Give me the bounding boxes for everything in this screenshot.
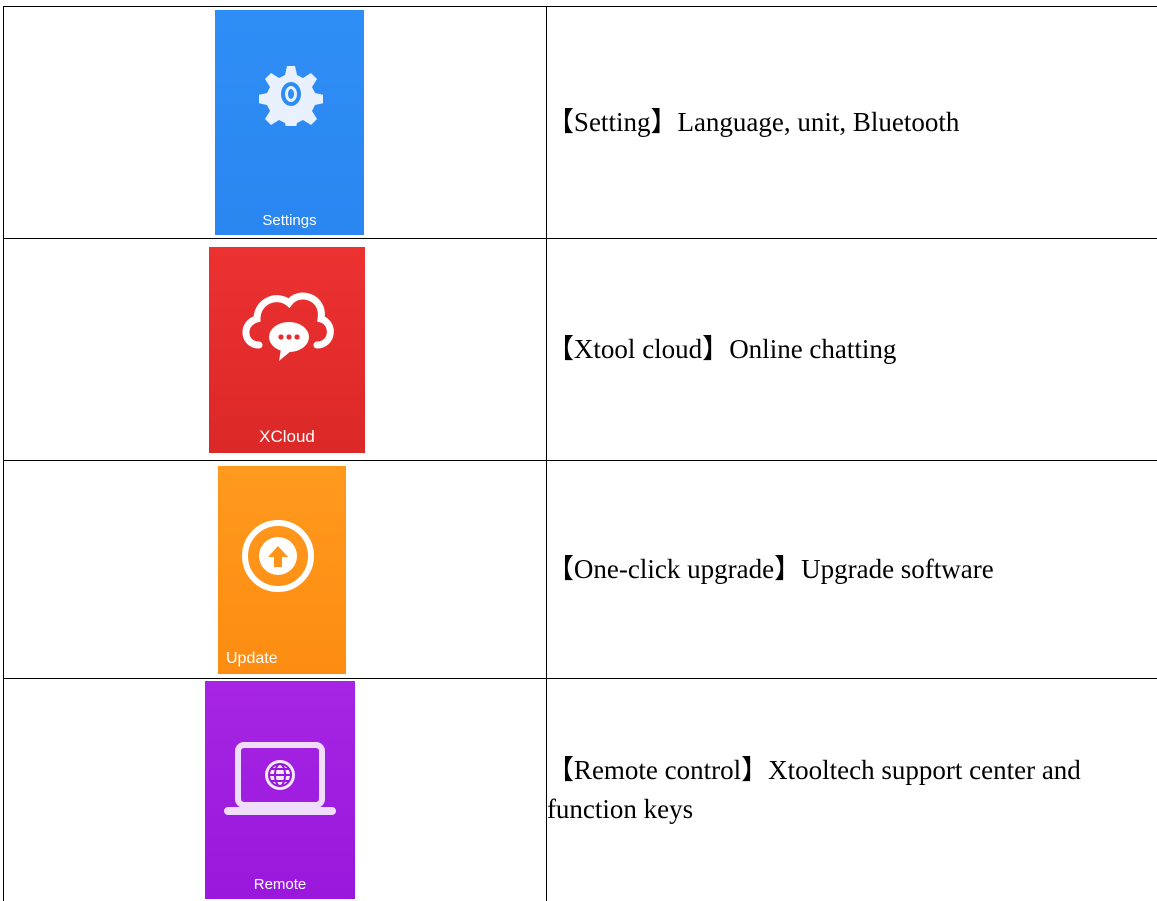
gear-icon — [259, 62, 323, 126]
table-row: Update 【One-click upgrade】Upgrade softwa… — [4, 461, 1157, 679]
feature-text: Online chatting — [729, 334, 896, 364]
tile-label: XCloud — [209, 427, 365, 447]
remote-tile[interactable]: Remote — [205, 681, 355, 899]
table-row: Remote 【Remote control】Xtooltech support… — [4, 679, 1157, 901]
tile-label: Update — [218, 650, 346, 668]
icon-cell: Settings — [4, 7, 547, 239]
feature-title: 【Xtool cloud】 — [547, 334, 729, 364]
xcloud-tile[interactable]: XCloud — [209, 247, 365, 453]
upload-arrow-icon — [238, 516, 318, 596]
cloud-chat-icon — [237, 285, 337, 365]
icon-cell: Update — [4, 461, 547, 679]
table-row: XCloud 【Xtool cloud】Online chatting — [4, 239, 1157, 461]
feature-title: 【Remote control】 — [547, 755, 768, 785]
tile-label: Settings — [215, 212, 364, 229]
update-tile[interactable]: Update — [218, 466, 346, 674]
feature-title: 【One-click upgrade】 — [547, 554, 801, 584]
feature-table: Settings 【Setting】Language, unit, Blueto… — [3, 6, 1157, 901]
icon-cell: Remote — [4, 679, 547, 901]
description-cell: 【Remote control】Xtooltech support center… — [546, 679, 1157, 901]
description-cell: 【One-click upgrade】Upgrade software — [546, 461, 1157, 679]
icon-cell: XCloud — [4, 239, 547, 461]
description-cell: 【Setting】Language, unit, Bluetooth — [546, 7, 1157, 239]
table-row: Settings 【Setting】Language, unit, Blueto… — [4, 7, 1157, 239]
feature-title: 【Setting】 — [547, 107, 678, 137]
feature-text: Language, unit, Bluetooth — [677, 107, 959, 137]
tile-label: Remote — [205, 876, 355, 893]
description-cell: 【Xtool cloud】Online chatting — [546, 239, 1157, 461]
settings-tile[interactable]: Settings — [215, 10, 364, 235]
feature-text: Upgrade software — [801, 554, 994, 584]
laptop-globe-icon — [220, 737, 340, 827]
